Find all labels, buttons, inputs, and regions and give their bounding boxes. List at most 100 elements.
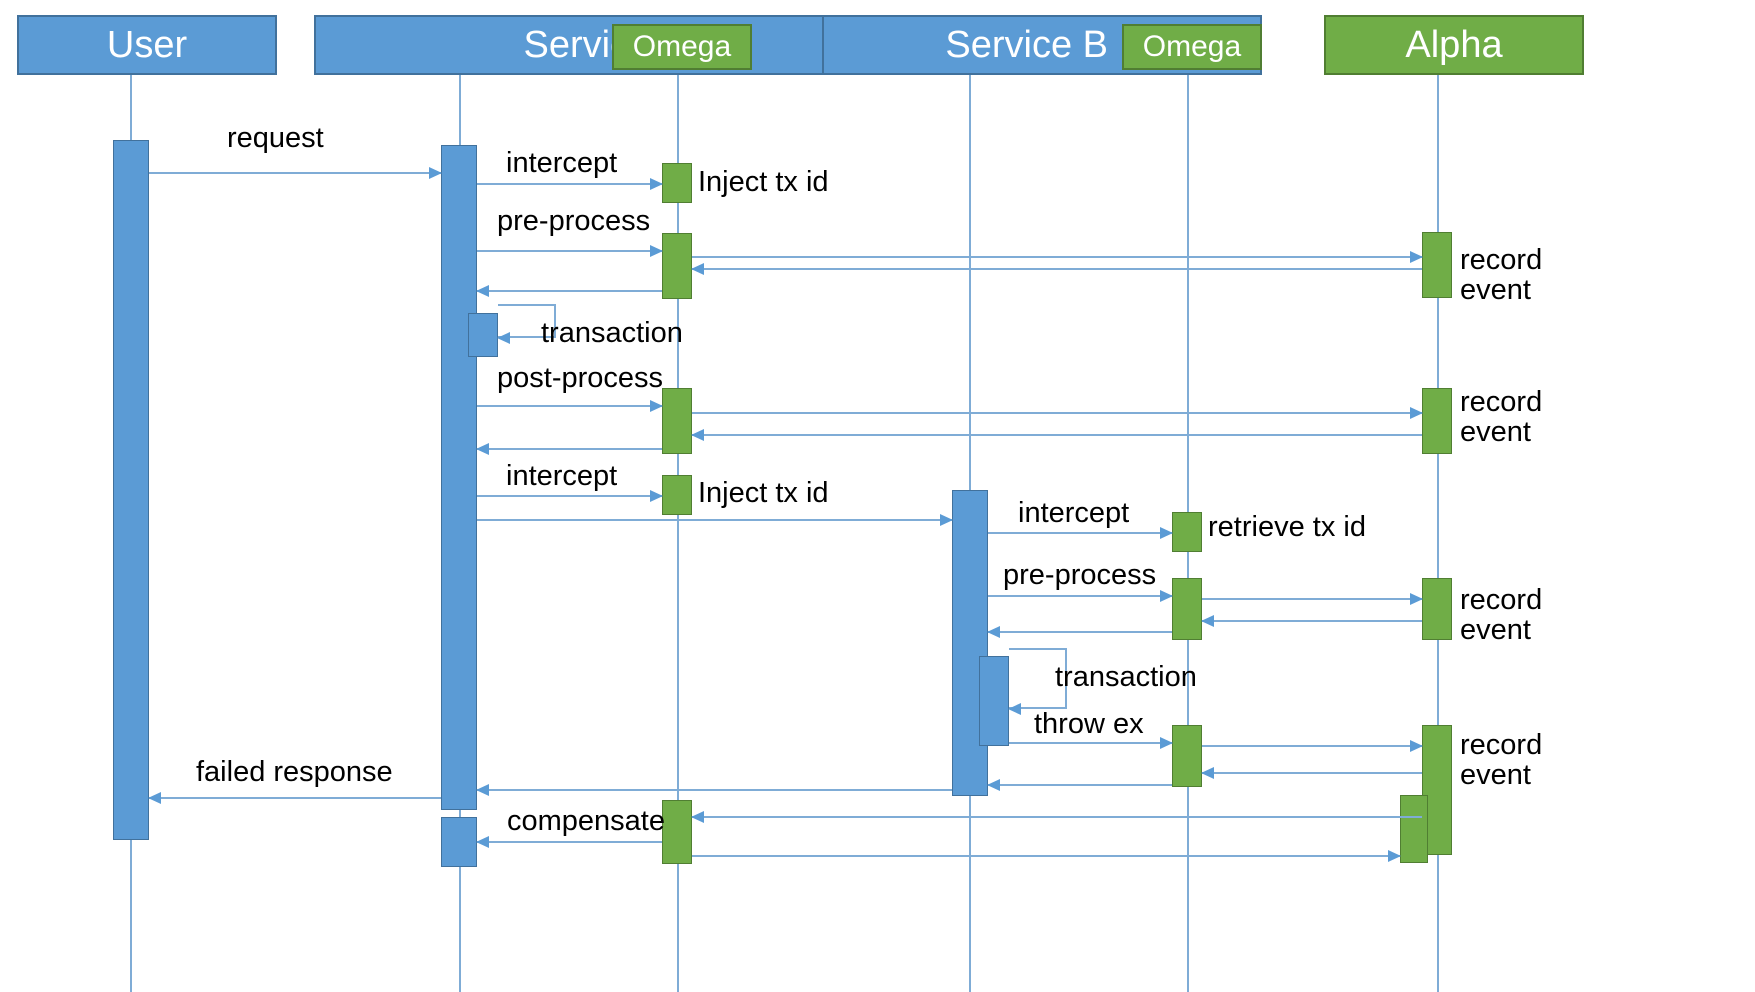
- message-arrow-service-b-to-service-a: [476, 784, 952, 796]
- participant-header-user[interactable]: User: [17, 15, 277, 75]
- message-label-post-process-a: post-process: [497, 362, 664, 394]
- activation-omega-b-throw-ex: [1172, 725, 1202, 787]
- message-label-intercept-b: intercept: [1018, 497, 1130, 529]
- activation-service-b-transaction: [979, 656, 1009, 746]
- record-event-line-1: record: [1460, 584, 1543, 616]
- message-label-failed-response: failed response: [196, 756, 393, 788]
- participant-label-user: User: [106, 24, 188, 66]
- arrow-head-icon: [1410, 407, 1423, 419]
- message-label-request: request: [227, 122, 324, 154]
- arrow-head-icon: [476, 836, 489, 848]
- participant-badge-omega-a[interactable]: Omega: [612, 24, 752, 70]
- activation-omega-a-intercept: [662, 163, 692, 203]
- arrow-head-icon: [476, 784, 489, 796]
- record-event-line-1: record: [1460, 729, 1543, 761]
- message-label-compensate: compensate: [507, 805, 665, 837]
- message-arrow-omega-b-to-alpha-1: [1202, 593, 1423, 605]
- participant-label-service-b: Service B: [945, 24, 1108, 66]
- arrow-head-icon: [691, 811, 704, 823]
- message-arrow-omega-a-to-alpha-1: [692, 251, 1423, 263]
- activation-omega-b-pre-process: [1172, 578, 1202, 640]
- message-arrow-failed-response: [148, 792, 441, 804]
- participant-header-service-a[interactable]: Service A: [314, 15, 838, 75]
- note-label-record-event-1: record event: [1460, 245, 1542, 306]
- message-arrow-pre-process-a: [477, 245, 663, 257]
- message-arrow-omega-a-to-alpha-2: [692, 407, 1423, 419]
- activation-omega-a-post-process: [662, 388, 692, 454]
- message-label-transaction-b: transaction: [1055, 661, 1197, 693]
- arrow-head-icon: [497, 332, 510, 344]
- arrow-head-icon: [1160, 737, 1173, 749]
- arrow-head-icon: [476, 443, 489, 455]
- arrow-head-icon: [1160, 527, 1173, 539]
- note-label-inject-tx-id-a: Inject tx id: [698, 166, 829, 198]
- message-label-intercept-a: intercept: [506, 147, 618, 179]
- arrow-head-icon: [691, 263, 704, 275]
- record-event-line-2: event: [1460, 614, 1531, 647]
- activation-service-a-compensate: [441, 817, 477, 867]
- activation-alpha-1: [1422, 232, 1452, 298]
- activation-alpha-3: [1422, 578, 1452, 640]
- activation-alpha-5: [1400, 795, 1428, 863]
- record-event-line-2: event: [1460, 416, 1531, 449]
- record-event-line-1: record: [1460, 244, 1543, 276]
- message-arrow-intercept-a2: [477, 490, 663, 502]
- participant-label-alpha: Alpha: [1405, 24, 1503, 66]
- participant-badge-omega-b[interactable]: Omega: [1122, 24, 1262, 70]
- arrow-head-icon: [1201, 615, 1214, 627]
- activation-service-b: [952, 490, 988, 796]
- activation-omega-a-pre-process: [662, 233, 692, 299]
- activation-service-a-transaction: [468, 313, 498, 357]
- message-arrow-intercept-b: [988, 527, 1173, 539]
- arrow-head-icon: [691, 429, 704, 441]
- message-arrow-alpha-to-omega-a-1: [691, 263, 1422, 275]
- note-label-record-event-4: record event: [1460, 730, 1542, 791]
- arrow-head-icon: [940, 514, 953, 526]
- note-label-retrieve-tx-id: retrieve tx id: [1208, 511, 1366, 543]
- arrow-head-icon: [987, 626, 1000, 638]
- message-arrow-request: [149, 167, 442, 179]
- arrow-head-icon: [1201, 767, 1214, 779]
- note-label-inject-tx-id-a2: Inject tx id: [698, 477, 829, 509]
- arrow-head-icon: [1388, 850, 1401, 862]
- arrow-head-icon: [1160, 590, 1173, 602]
- message-label-pre-process-a: pre-process: [497, 205, 651, 237]
- message-arrow-post-process-a: [477, 400, 663, 412]
- record-event-line-2: event: [1460, 274, 1531, 307]
- activation-service-a: [441, 145, 477, 810]
- arrow-head-icon: [1008, 703, 1021, 715]
- participant-badge-label-omega-a: Omega: [632, 30, 732, 63]
- message-label-throw-ex: throw ex: [1034, 708, 1144, 740]
- arrow-head-icon: [650, 245, 663, 257]
- message-arrow-alpha-to-omega-b-1: [1201, 615, 1422, 627]
- arrow-head-icon: [650, 400, 663, 412]
- participant-header-alpha[interactable]: Alpha: [1324, 15, 1584, 75]
- message-arrow-service-a-to-service-b: [477, 514, 953, 526]
- record-event-line-2: event: [1460, 759, 1531, 792]
- message-arrow-omega-a-return-1: [476, 285, 662, 297]
- participant-badge-label-omega-b: Omega: [1142, 30, 1242, 63]
- note-label-record-event-2: record event: [1460, 387, 1542, 448]
- message-arrow-omega-b-return-2: [987, 779, 1172, 791]
- activation-omega-b-intercept: [1172, 512, 1202, 552]
- note-label-record-event-3: record event: [1460, 585, 1542, 646]
- arrow-head-icon: [476, 285, 489, 297]
- activation-omega-a-compensate: [662, 800, 692, 864]
- message-arrow-omega-a-to-alpha-3: [692, 850, 1401, 862]
- activation-user: [113, 140, 149, 840]
- arrow-head-icon: [987, 779, 1000, 791]
- message-arrow-omega-b-return-1: [987, 626, 1172, 638]
- arrow-head-icon: [429, 167, 442, 179]
- activation-alpha-2: [1422, 388, 1452, 454]
- arrow-head-icon: [1410, 593, 1423, 605]
- arrow-head-icon: [1410, 740, 1423, 752]
- message-label-intercept-a2: intercept: [506, 460, 618, 492]
- sequence-diagram-canvas: User Service A Omega Service B Omega Alp…: [0, 0, 1755, 992]
- message-arrow-intercept-a: [477, 178, 663, 190]
- record-event-line-1: record: [1460, 386, 1543, 418]
- arrow-head-icon: [1410, 251, 1423, 263]
- arrow-head-icon: [148, 792, 161, 804]
- message-arrow-alpha-to-omega-b-2: [1201, 767, 1422, 779]
- message-label-pre-process-b: pre-process: [1003, 559, 1157, 591]
- message-arrow-alpha-to-omega-a-2: [691, 429, 1422, 441]
